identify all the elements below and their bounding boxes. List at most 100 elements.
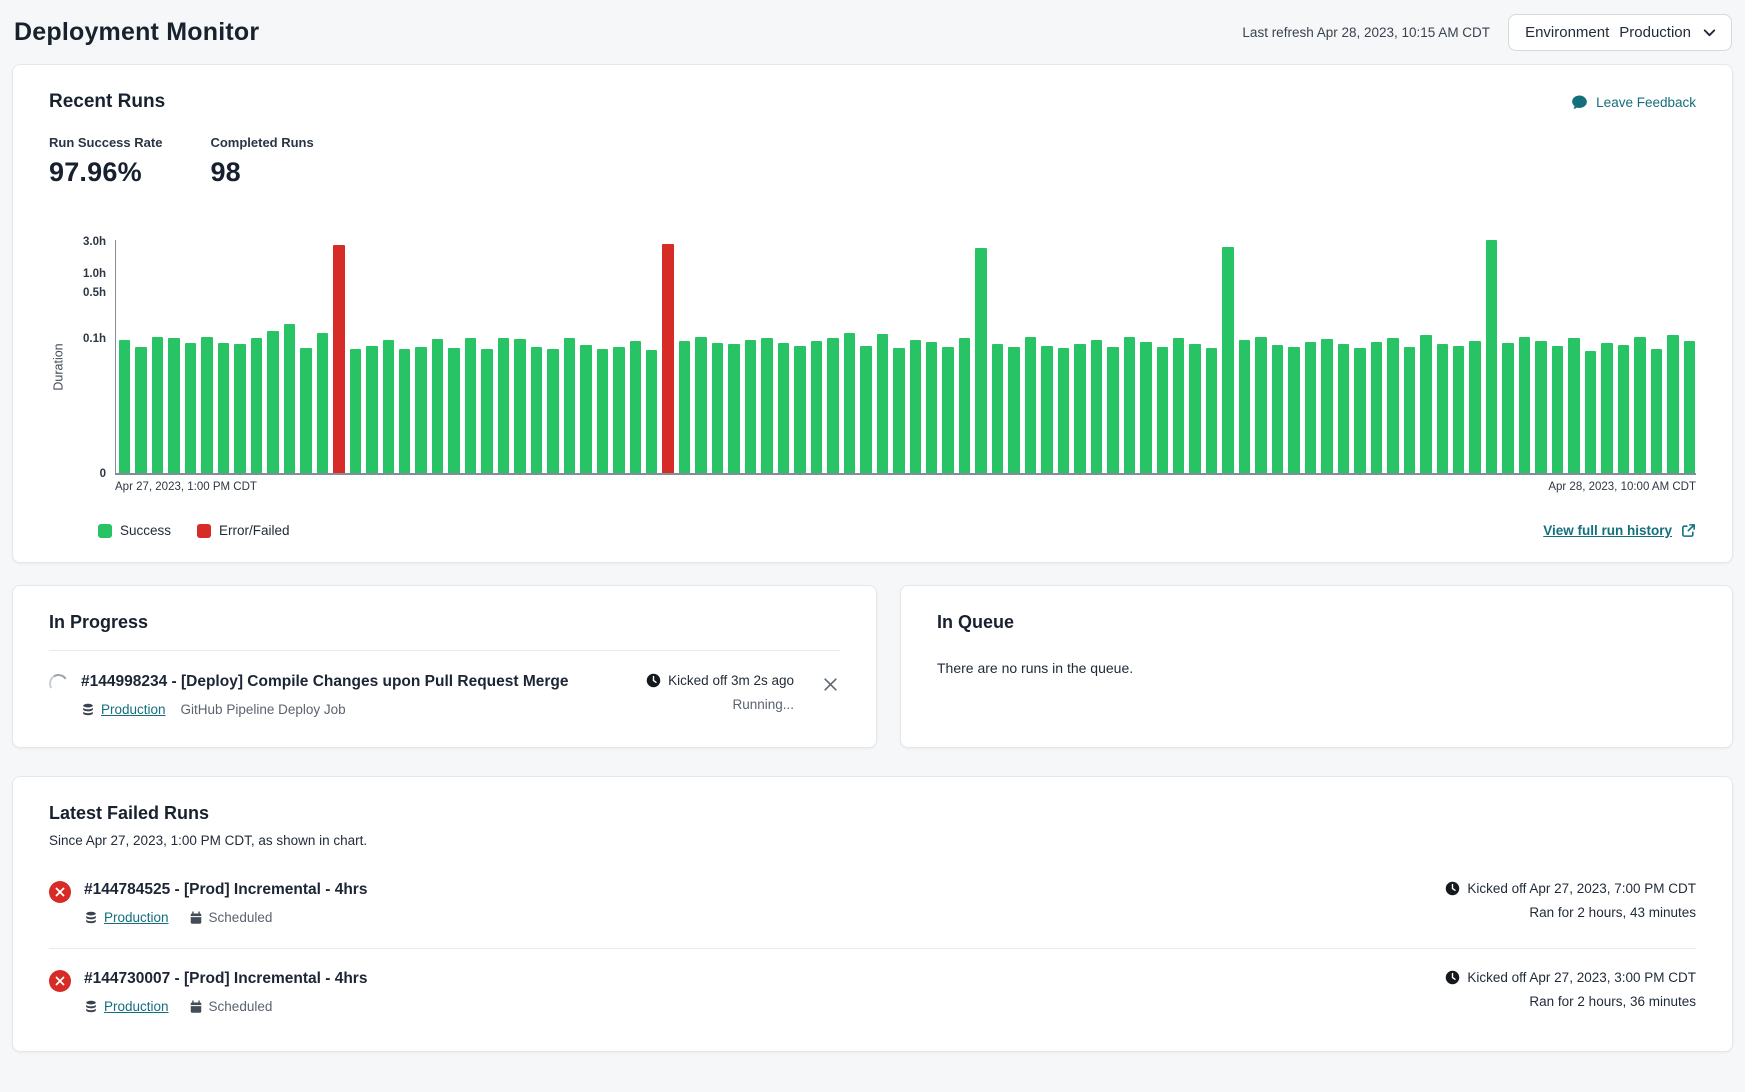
chart-bar-success[interactable] — [531, 347, 542, 473]
chart-bar-success[interactable] — [448, 348, 459, 473]
chart-bar-success[interactable] — [1371, 342, 1382, 473]
chart-bar-success[interactable] — [564, 338, 575, 473]
chart-bar-success[interactable] — [877, 334, 888, 473]
chart-bar-success[interactable] — [514, 339, 525, 473]
chart-bar-success[interactable] — [778, 343, 789, 473]
chart-bar-success[interactable] — [350, 349, 361, 473]
chart-bar-success[interactable] — [695, 337, 706, 473]
chart-bar-success[interactable] — [1041, 346, 1052, 473]
chart-bar-success[interactable] — [1321, 339, 1332, 473]
chart-bar-failed[interactable] — [662, 244, 673, 473]
chart-bar-success[interactable] — [1420, 335, 1431, 473]
chart-bar-success[interactable] — [1568, 338, 1579, 473]
chart-bar-success[interactable] — [597, 349, 608, 473]
chart-bar-success[interactable] — [383, 340, 394, 474]
chart-bar-success[interactable] — [267, 331, 278, 474]
chart-bar-success[interactable] — [712, 343, 723, 473]
chart-bar-success[interactable] — [1272, 345, 1283, 473]
chart-bar-success[interactable] — [1651, 349, 1662, 473]
chart-bar-success[interactable] — [1601, 343, 1612, 473]
chart-bar-success[interactable] — [794, 346, 805, 473]
chart-bar-success[interactable] — [811, 341, 822, 473]
chart-bar-success[interactable] — [1486, 240, 1497, 473]
chart-bar-success[interactable] — [630, 341, 641, 473]
chart-bar-success[interactable] — [432, 339, 443, 473]
chart-bar-success[interactable] — [399, 349, 410, 473]
chart-bar-success[interactable] — [959, 338, 970, 473]
production-link[interactable]: Production — [104, 999, 169, 1014]
chart-bar-success[interactable] — [1338, 344, 1349, 473]
chart-bar-success[interactable] — [1469, 341, 1480, 473]
chart-bar-success[interactable] — [926, 342, 937, 473]
chart-bar-success[interactable] — [1519, 337, 1530, 473]
chart-bar-success[interactable] — [580, 345, 591, 473]
chart-bar-success[interactable] — [251, 338, 262, 473]
chart-bar-success[interactable] — [613, 347, 624, 473]
production-link[interactable]: Production — [101, 702, 166, 717]
chart-bar-success[interactable] — [1404, 347, 1415, 473]
chart-bar-success[interactable] — [284, 324, 295, 473]
environment-dropdown[interactable]: Environment Production — [1508, 14, 1732, 51]
chart-bar-success[interactable] — [1453, 346, 1464, 473]
close-icon[interactable] — [821, 675, 840, 694]
chart-bar-success[interactable] — [1025, 337, 1036, 473]
chart-bar-success[interactable] — [1189, 344, 1200, 473]
chart-bar-success[interactable] — [119, 340, 130, 474]
chart-bar-success[interactable] — [1667, 335, 1678, 473]
leave-feedback-link[interactable]: Leave Feedback — [1571, 94, 1696, 111]
chart-bar-success[interactable] — [844, 333, 855, 473]
chart-bar-success[interactable] — [1091, 340, 1102, 474]
chart-bar-success[interactable] — [1535, 341, 1546, 473]
chart-bar-success[interactable] — [1222, 247, 1233, 473]
chart-bar-success[interactable] — [745, 340, 756, 473]
chart-bar-success[interactable] — [1585, 351, 1596, 473]
chart-bar-success[interactable] — [1140, 342, 1151, 473]
chart-bar-success[interactable] — [1124, 337, 1135, 473]
production-link[interactable]: Production — [104, 910, 169, 925]
chart-bar-success[interactable] — [481, 349, 492, 473]
chart-bar-success[interactable] — [992, 344, 1003, 473]
chart-bar-success[interactable] — [910, 340, 921, 474]
chart-bar-success[interactable] — [827, 338, 838, 473]
chart-bar-success[interactable] — [1354, 348, 1365, 473]
chart-bar-success[interactable] — [1107, 347, 1118, 473]
chart-bar-success[interactable] — [679, 341, 690, 473]
chart-bar-success[interactable] — [498, 338, 509, 473]
chart-bar-success[interactable] — [366, 346, 377, 473]
chart-bar-success[interactable] — [975, 248, 986, 473]
chart-bar-success[interactable] — [218, 343, 229, 473]
chart-bar-success[interactable] — [1255, 337, 1266, 473]
chart-bar-success[interactable] — [135, 347, 146, 473]
chart-bar-success[interactable] — [1684, 341, 1695, 473]
chart-bar-success[interactable] — [728, 344, 739, 473]
chart-bar-success[interactable] — [1634, 337, 1645, 473]
view-full-run-history-link[interactable]: View full run history — [1543, 523, 1696, 538]
chart-bar-success[interactable] — [1288, 347, 1299, 473]
chart-bar-success[interactable] — [1206, 348, 1217, 473]
chart-bar-success[interactable] — [1387, 338, 1398, 473]
chart-bar-success[interactable] — [893, 348, 904, 473]
chart-bar-success[interactable] — [152, 337, 163, 473]
chart-bar-success[interactable] — [1074, 344, 1085, 473]
chart-bar-failed[interactable] — [333, 245, 344, 473]
chart-bar-success[interactable] — [761, 338, 772, 473]
chart-bar-success[interactable] — [1305, 342, 1316, 473]
chart-bar-success[interactable] — [234, 344, 245, 473]
chart-bar-success[interactable] — [415, 347, 426, 473]
chart-bar-success[interactable] — [168, 338, 179, 473]
chart-bar-success[interactable] — [317, 333, 328, 473]
chart-bar-success[interactable] — [1502, 343, 1513, 473]
chart-bar-success[interactable] — [201, 337, 212, 473]
chart-bar-success[interactable] — [300, 348, 311, 473]
chart-bar-success[interactable] — [547, 349, 558, 473]
chart-bar-success[interactable] — [1173, 338, 1184, 473]
chart-bar-success[interactable] — [942, 347, 953, 473]
chart-bar-success[interactable] — [860, 346, 871, 473]
chart-bar-success[interactable] — [1008, 347, 1019, 473]
chart-bar-success[interactable] — [646, 350, 657, 473]
chart-bar-success[interactable] — [1618, 345, 1629, 473]
chart-bar-success[interactable] — [1437, 344, 1448, 473]
chart-bar-success[interactable] — [185, 343, 196, 473]
chart-bar-success[interactable] — [465, 338, 476, 473]
chart-bar-success[interactable] — [1157, 347, 1168, 473]
